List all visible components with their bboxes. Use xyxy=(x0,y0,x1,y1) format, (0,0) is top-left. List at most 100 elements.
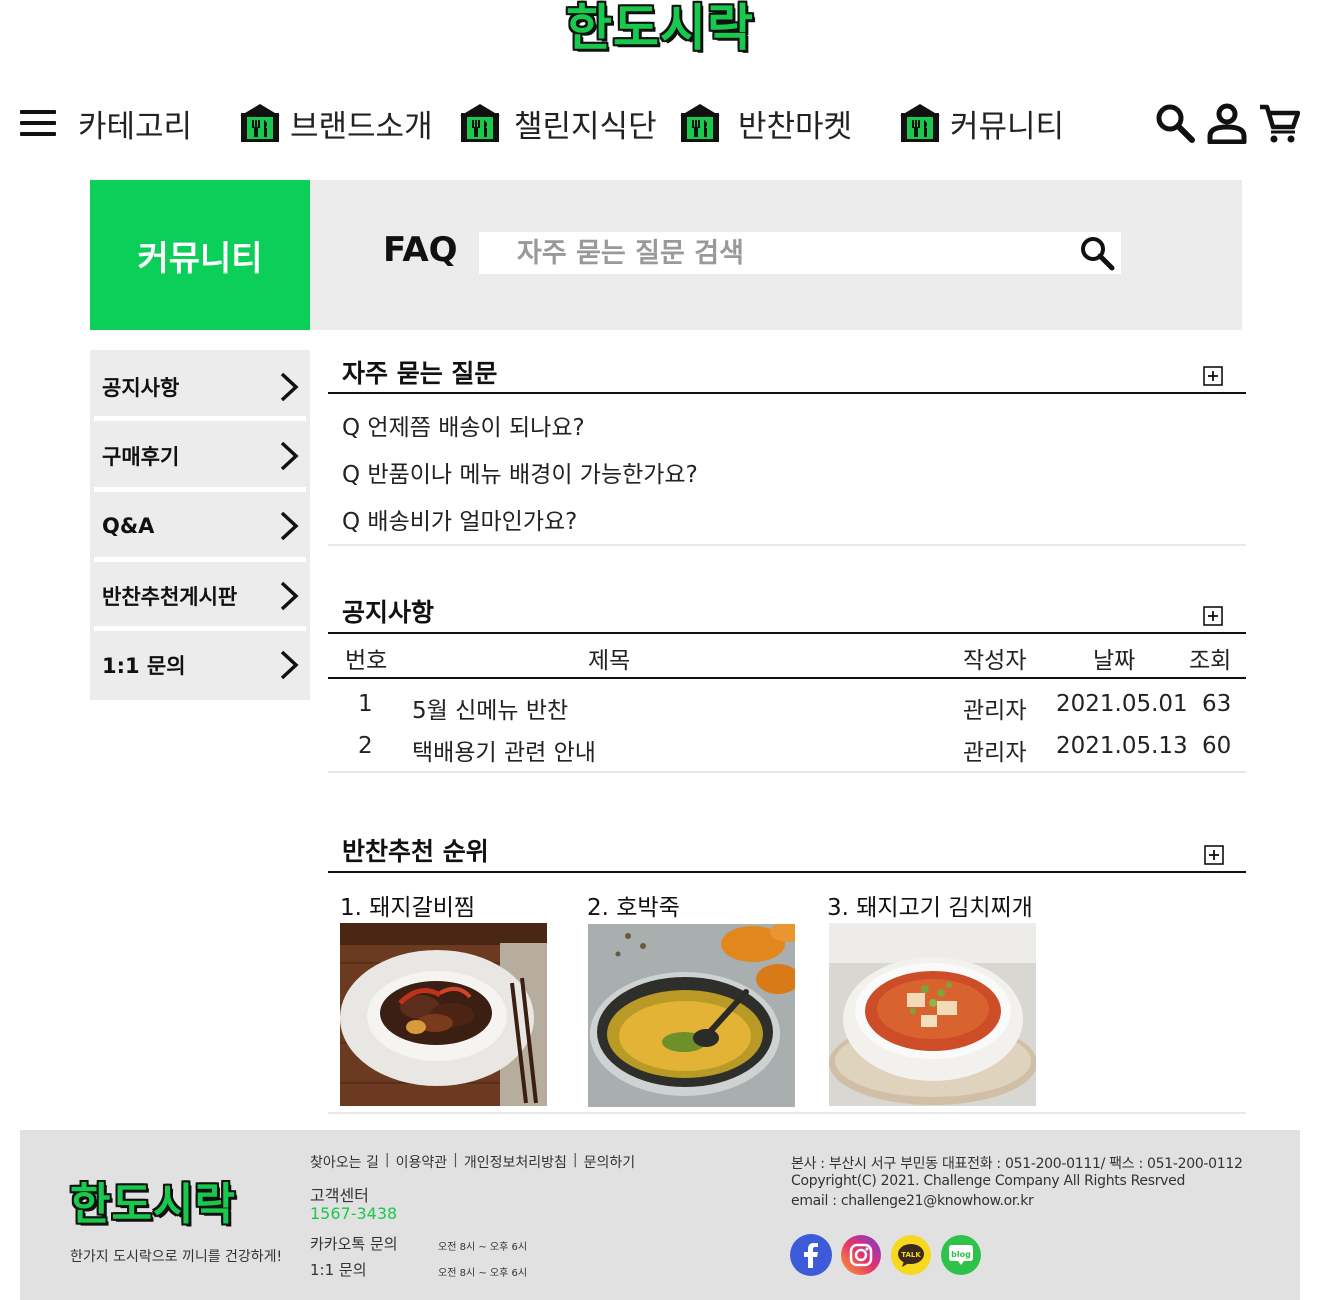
expand-plus-icon[interactable] xyxy=(1203,366,1223,386)
link-separator: | xyxy=(572,1152,578,1168)
header-tools xyxy=(1154,95,1300,151)
ranking-item-label[interactable]: 3. 돼지고기 김치찌개 xyxy=(827,888,1033,922)
faq-question[interactable]: Q 배송비가 얼마인가요? xyxy=(342,502,577,536)
sidebar-item-inquiry[interactable]: 1:1 문의 xyxy=(94,632,306,698)
column-header-no: 번호 xyxy=(345,648,388,674)
nav-item-challenge[interactable]: 챌린지식단 xyxy=(460,95,657,151)
section-divider xyxy=(328,544,1246,546)
sidebar-divider xyxy=(94,626,306,631)
faq-question[interactable]: Q 반품이나 메뉴 배경이 가능한가요? xyxy=(342,455,698,489)
user-icon[interactable] xyxy=(1206,102,1248,144)
row-views: 60 xyxy=(1202,733,1232,759)
instagram-icon[interactable] xyxy=(840,1234,882,1276)
expand-plus-icon[interactable] xyxy=(1203,606,1223,626)
faq-search-box xyxy=(479,232,1121,274)
section-divider xyxy=(328,1112,1246,1114)
nav-item-label: 반찬마켓 xyxy=(738,108,853,145)
store-icon xyxy=(900,104,940,142)
row-title[interactable]: 5월 신메뉴 반찬 xyxy=(412,691,568,725)
chevron-right-icon xyxy=(280,650,299,680)
nav-item-label: 브랜드소개 xyxy=(290,108,433,145)
row-title[interactable]: 택배용기 관련 안내 xyxy=(412,733,596,767)
kakaotalk-icon[interactable]: TALK xyxy=(890,1234,932,1276)
sidebar-item-label: 구매후기 xyxy=(102,445,180,469)
hamburger-icon xyxy=(20,110,56,136)
nav-item-label: 커뮤니티 xyxy=(950,108,1065,145)
one-on-one-inquiry-hours: 오전 8시 ~ 오후 6시 xyxy=(438,1268,528,1279)
row-author: 관리자 xyxy=(963,740,1027,766)
sidebar-item-label: 1:1 문의 xyxy=(102,654,186,678)
store-icon xyxy=(680,104,720,142)
chevron-right-icon xyxy=(280,372,299,402)
customer-center-phone[interactable]: 1567-3438 xyxy=(310,1204,397,1223)
section-divider xyxy=(328,392,1246,394)
footer-links: 찾아오는 길 | 이용약관 | 개인정보처리방침 | 문의하기 xyxy=(310,1152,635,1172)
faq-section-title: 자주 묻는 질문 xyxy=(342,359,498,388)
community-sidebar: 공지사항 구매후기 Q&A 반찬추천게시판 1:1 문의 xyxy=(90,350,310,700)
kakao-inquiry-label[interactable]: 카카오톡 문의 xyxy=(310,1233,398,1254)
copyright: Copyright(C) 2021. Challenge Company All… xyxy=(791,1173,1186,1189)
blog-icon[interactable]: blog xyxy=(940,1234,982,1276)
main-nav: 카테고리 브랜드소개 챌린지식단 반찬마켓 커뮤니티 xyxy=(0,95,1320,151)
link-separator: | xyxy=(453,1152,458,1168)
chevron-right-icon xyxy=(280,441,299,471)
food-image-pumpkin-porridge[interactable] xyxy=(588,924,795,1107)
search-icon[interactable] xyxy=(1154,102,1196,144)
section-divider xyxy=(328,632,1246,634)
sidebar-divider xyxy=(94,416,306,421)
row-date: 2021.05.01 xyxy=(1056,691,1188,717)
chevron-right-icon xyxy=(280,511,299,541)
faq-question[interactable]: Q 언제쯤 배송이 되나요? xyxy=(342,408,585,442)
footer-logo[interactable]: 한도시락 xyxy=(70,1168,236,1232)
facebook-icon[interactable] xyxy=(790,1234,832,1276)
one-on-one-inquiry-label[interactable]: 1:1 문의 xyxy=(310,1259,367,1280)
notice-section-title: 공지사항 xyxy=(342,598,435,627)
column-header-author: 작성자 xyxy=(963,648,1027,674)
footer-link-terms[interactable]: 이용약관 xyxy=(396,1152,448,1172)
row-author: 관리자 xyxy=(963,698,1027,724)
sidebar-item-reviews[interactable]: 구매후기 xyxy=(94,423,306,489)
sidebar-item-label: Q&A xyxy=(102,514,155,538)
section-divider xyxy=(328,871,1246,873)
sidebar-item-recommend[interactable]: 반찬추천게시판 xyxy=(94,563,306,629)
ranking-item-label[interactable]: 2. 호박죽 xyxy=(587,888,680,922)
footer-link-contact[interactable]: 문의하기 xyxy=(584,1152,636,1172)
food-image-galbi[interactable] xyxy=(340,923,547,1106)
faq-search-input[interactable] xyxy=(517,237,1057,269)
nav-item-community[interactable]: 커뮤니티 xyxy=(900,95,1064,151)
store-icon xyxy=(460,104,500,142)
nav-category[interactable]: 카테고리 xyxy=(20,95,192,151)
column-header-views: 조회 xyxy=(1189,648,1232,674)
food-image-kimchi-stew[interactable] xyxy=(829,923,1036,1106)
footer-slogan: 한가지 도시락으로 끼니를 건강하게! xyxy=(70,1249,283,1265)
nav-item-market[interactable]: 반찬마켓 xyxy=(680,95,852,151)
footer-link-privacy[interactable]: 개인정보처리방침 xyxy=(464,1152,567,1172)
company-email: email : challenge21@knowhow.or.kr xyxy=(791,1193,1034,1209)
row-views: 63 xyxy=(1202,691,1232,717)
cart-icon[interactable] xyxy=(1258,102,1300,144)
sidebar-item-notice[interactable]: 공지사항 xyxy=(94,354,306,420)
section-divider xyxy=(328,771,1246,773)
expand-plus-icon[interactable] xyxy=(1204,845,1224,865)
footer-link-directions[interactable]: 찾아오는 길 xyxy=(310,1152,379,1172)
customer-center-label: 고객센터 xyxy=(310,1186,369,1205)
brand-logo[interactable]: 한도시락 xyxy=(540,0,780,58)
ranking-section-title: 반찬추천 순위 xyxy=(342,837,489,866)
nav-item-brand[interactable]: 브랜드소개 xyxy=(240,95,433,151)
ranking-item-label[interactable]: 1. 돼지갈비찜 xyxy=(340,888,475,922)
nav-category-label: 카테고리 xyxy=(78,108,193,145)
sidebar-divider xyxy=(94,557,306,562)
sidebar-item-qna[interactable]: Q&A xyxy=(94,493,306,559)
row-no: 2 xyxy=(358,733,373,759)
sidebar-divider xyxy=(94,487,306,492)
search-icon[interactable] xyxy=(1079,235,1115,271)
nav-item-label: 챌린지식단 xyxy=(514,108,657,145)
kakaotalk-icon-text: TALK xyxy=(901,1251,921,1259)
column-header-title: 제목 xyxy=(588,648,631,674)
sidebar-item-label: 반찬추천게시판 xyxy=(102,585,238,609)
blog-icon-text: blog xyxy=(951,1250,971,1259)
company-address: 본사 : 부산시 서구 부민동 대표전화 : 051-200-0111/ 팩스 … xyxy=(791,1156,1243,1172)
kakao-inquiry-hours: 오전 8시 ~ 오후 6시 xyxy=(438,1242,528,1253)
row-date: 2021.05.13 xyxy=(1056,733,1188,759)
row-no: 1 xyxy=(358,691,373,717)
